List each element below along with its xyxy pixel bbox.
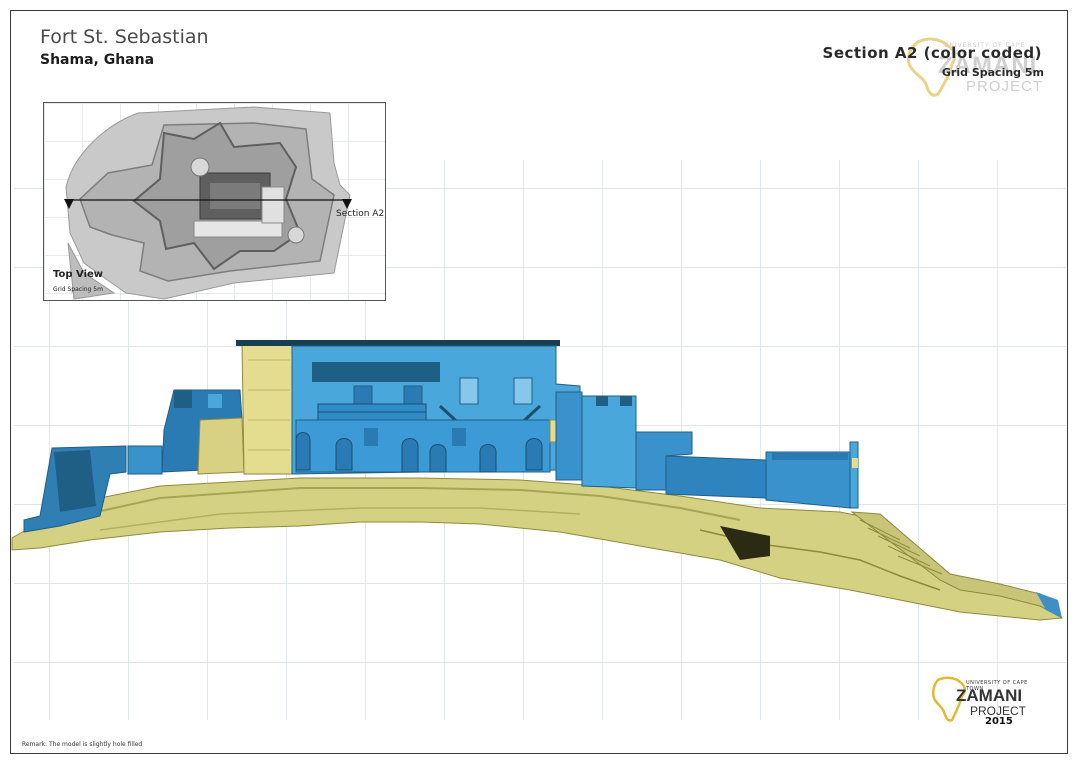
- logo-brand: ZAMANI: [956, 686, 1023, 705]
- footer-remark: Remark: The model is slightly hole fille…: [22, 741, 143, 748]
- section-elevation-drawing: [11, 340, 1064, 621]
- logo-year: 2015: [985, 716, 1013, 727]
- zamani-logo: UNIVERSITY OF CAPE TOWN ZAMANI PROJECT 2…: [930, 674, 1040, 734]
